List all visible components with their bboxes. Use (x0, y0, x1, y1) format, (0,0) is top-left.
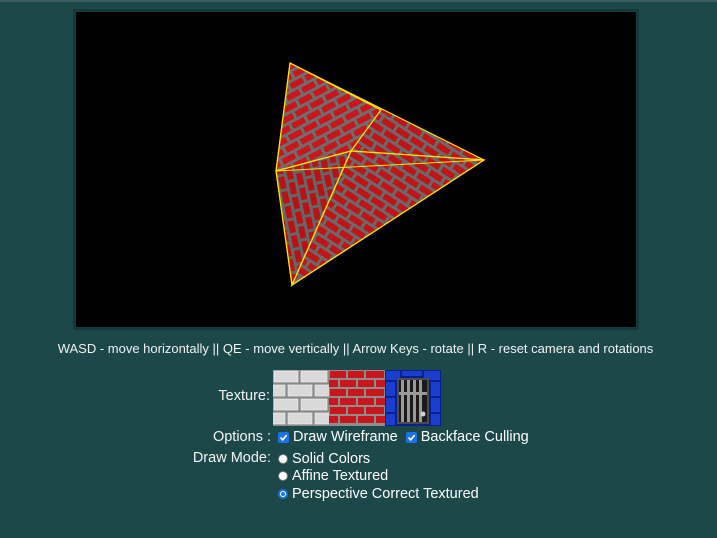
draw-mode-affine-textured: Affine Textured (278, 468, 479, 486)
affine-textured-label: Affine Textured (292, 468, 389, 485)
checkmark-icon (279, 434, 288, 441)
cube-scene (275, 62, 486, 288)
jail-cell-icon (385, 370, 441, 426)
draw-mode-radio-group: Solid Colors Affine Textured Perspective… (278, 450, 479, 503)
draw-wireframe-checkbox[interactable] (278, 431, 289, 443)
texture-option-red-bricks[interactable] (329, 370, 385, 426)
perspective-correct-radio[interactable] (278, 488, 288, 499)
draw-mode-solid-colors: Solid Colors (278, 450, 479, 468)
draw-mode-perspective-correct: Perspective Correct Textured (278, 485, 479, 503)
checkmark-icon (407, 434, 415, 441)
solid-colors-radio[interactable] (278, 453, 288, 464)
texture-label: Texture: (218, 388, 270, 404)
perspective-correct-label: Perspective Correct Textured (292, 485, 479, 502)
controls-help-text: WASD - move horizontally || QE - move ve… (57, 341, 654, 356)
texture-picker (273, 370, 441, 426)
backface-culling-option: Backface Culling (405, 429, 529, 445)
affine-textured-radio[interactable] (278, 471, 288, 482)
texture-option-gray-bricks[interactable] (273, 370, 329, 426)
backface-culling-label: Backface Culling (420, 429, 529, 445)
render-canvas[interactable] (73, 9, 639, 330)
options-label: Options : (212, 429, 271, 445)
options-row: Draw Wireframe Backface Culling (278, 429, 537, 445)
texture-option-jail-cell[interactable] (385, 370, 441, 426)
page-top-edge (0, 0, 717, 2)
draw-wireframe-option: Draw Wireframe (278, 429, 398, 445)
gray-bricks-icon (273, 370, 329, 426)
red-bricks-icon (329, 370, 385, 426)
solid-colors-label: Solid Colors (292, 450, 371, 467)
draw-mode-label: Draw Mode: (192, 450, 271, 466)
draw-wireframe-label: Draw Wireframe (293, 429, 398, 445)
backface-culling-checkbox[interactable] (405, 431, 417, 443)
